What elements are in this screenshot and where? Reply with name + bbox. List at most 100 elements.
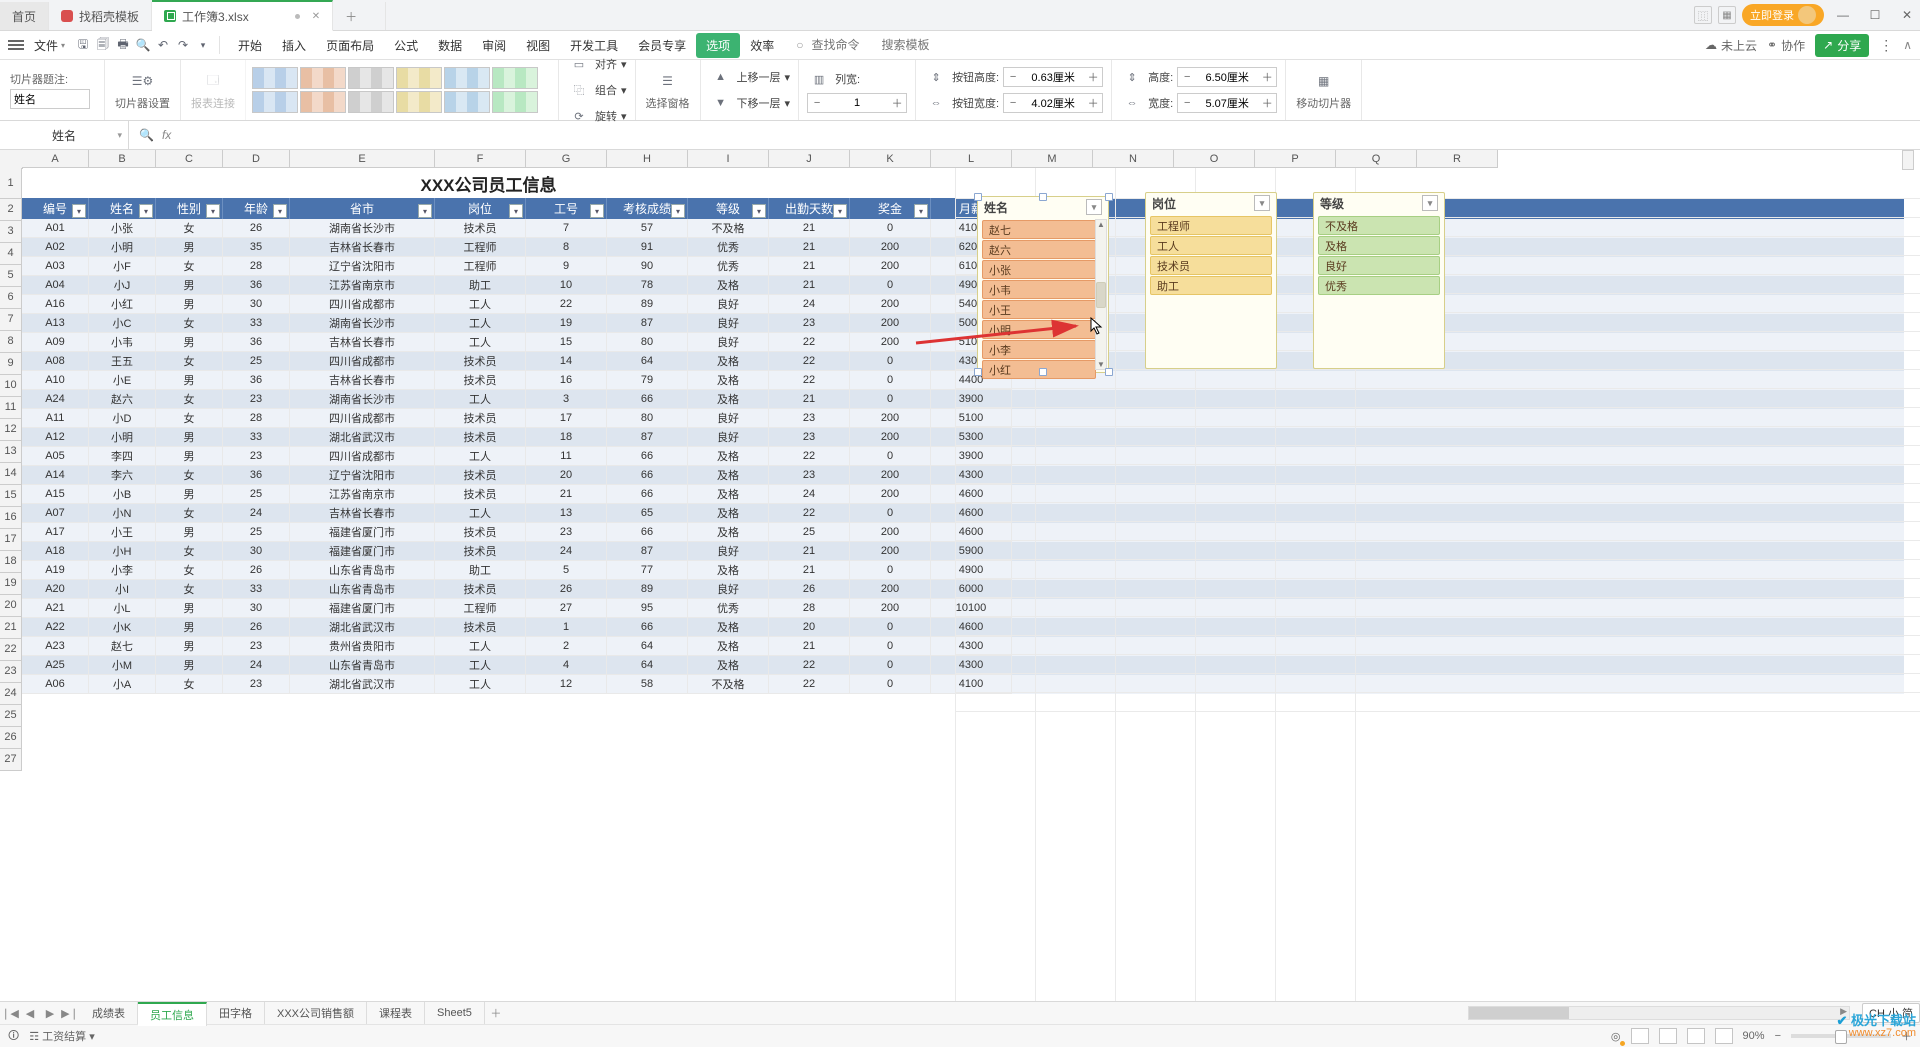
- table-cell[interactable]: 4: [526, 656, 607, 675]
- qa-preview-icon[interactable]: 🔍: [135, 37, 151, 53]
- table-cell[interactable]: 女: [156, 561, 223, 580]
- table-cell[interactable]: 0: [850, 637, 931, 656]
- row-header[interactable]: 8: [0, 331, 22, 353]
- filter-button[interactable]: ▾: [752, 204, 766, 218]
- table-cell[interactable]: 吉林省长春市: [290, 238, 435, 257]
- table-cell[interactable]: 21: [769, 561, 850, 580]
- col-header[interactable]: B: [89, 150, 156, 168]
- table-cell[interactable]: 王五: [89, 352, 156, 371]
- table-cell[interactable]: 及格: [688, 485, 769, 504]
- table-cell[interactable]: 工程师: [435, 599, 526, 618]
- table-cell[interactable]: 技术员: [435, 352, 526, 371]
- row-header[interactable]: 2: [0, 199, 22, 221]
- filter-icon[interactable]: ▾: [1422, 195, 1438, 211]
- table-cell[interactable]: 21: [769, 276, 850, 295]
- align-icon[interactable]: ▭: [567, 52, 591, 76]
- table-cell[interactable]: 66: [607, 466, 688, 485]
- table-cell[interactable]: 2: [526, 637, 607, 656]
- table-cell[interactable]: 技术员: [435, 466, 526, 485]
- slicer-item[interactable]: 赵七: [982, 220, 1096, 239]
- layout-icon-2[interactable]: ▦: [1718, 6, 1736, 24]
- filter-button[interactable]: ▾: [273, 204, 287, 218]
- row-header[interactable]: 24: [0, 683, 22, 705]
- slicer-item[interactable]: 工程师: [1150, 216, 1272, 235]
- row-header[interactable]: 20: [0, 595, 22, 617]
- table-cell[interactable]: 小H: [89, 542, 156, 561]
- resize-handle[interactable]: [1039, 368, 1047, 376]
- table-cell[interactable]: 200: [850, 580, 931, 599]
- table-cell[interactable]: 22: [769, 352, 850, 371]
- table-cell[interactable]: A04: [22, 276, 89, 295]
- table-header-cell[interactable]: 岗位▾: [435, 198, 526, 219]
- table-cell[interactable]: 小A: [89, 675, 156, 694]
- slicer-scrollbar[interactable]: ▲▼: [1095, 219, 1107, 370]
- kebab-icon[interactable]: ⋮: [1879, 37, 1893, 54]
- table-cell[interactable]: 小N: [89, 504, 156, 523]
- row-header[interactable]: 27: [0, 749, 22, 771]
- col-header[interactable]: F: [435, 150, 526, 168]
- table-cell[interactable]: 91: [607, 238, 688, 257]
- table-cell[interactable]: A19: [22, 561, 89, 580]
- table-cell[interactable]: 66: [607, 523, 688, 542]
- table-cell[interactable]: 小李: [89, 561, 156, 580]
- row-header[interactable]: 18: [0, 551, 22, 573]
- table-cell[interactable]: 3: [526, 390, 607, 409]
- table-cell[interactable]: 0: [850, 447, 931, 466]
- ribbon-tab-选项[interactable]: 选项: [696, 33, 740, 58]
- slicer-grade[interactable]: 等级▾ 不及格及格良好优秀: [1313, 192, 1445, 369]
- table-cell[interactable]: 工人: [435, 675, 526, 694]
- table-cell[interactable]: 21: [526, 485, 607, 504]
- slicer-caption-input[interactable]: [10, 89, 90, 109]
- table-cell[interactable]: 0: [850, 390, 931, 409]
- table-cell[interactable]: A14: [22, 466, 89, 485]
- qa-dropdown-icon[interactable]: ▾: [195, 37, 211, 53]
- ribbon-tab-数据[interactable]: 数据: [428, 33, 472, 58]
- table-cell[interactable]: 26: [769, 580, 850, 599]
- window-close[interactable]: ✕: [1894, 4, 1920, 26]
- table-cell[interactable]: A05: [22, 447, 89, 466]
- table-cell[interactable]: 及格: [688, 618, 769, 637]
- row-header[interactable]: 6: [0, 287, 22, 309]
- zoom-in-icon[interactable]: ＋: [1901, 1028, 1912, 1044]
- table-cell[interactable]: 200: [850, 485, 931, 504]
- table-header-cell[interactable]: 工号▾: [526, 198, 607, 219]
- table-cell[interactable]: 工人: [435, 637, 526, 656]
- search-template-input[interactable]: [879, 37, 939, 53]
- table-cell[interactable]: 64: [607, 352, 688, 371]
- table-cell[interactable]: A24: [22, 390, 89, 409]
- table-cell[interactable]: 女: [156, 219, 223, 238]
- table-cell[interactable]: 22: [769, 656, 850, 675]
- btn-height-spin[interactable]: −＋: [1003, 67, 1103, 87]
- col-header[interactable]: O: [1174, 150, 1255, 168]
- table-cell[interactable]: 四川省成都市: [290, 447, 435, 466]
- bring-forward-button[interactable]: ▲上移一层▾: [709, 65, 791, 89]
- table-cell[interactable]: 24: [526, 542, 607, 561]
- table-cell[interactable]: 男: [156, 656, 223, 675]
- table-cell[interactable]: 200: [850, 295, 931, 314]
- status-calc-button[interactable]: ☶ 工资结算 ▾: [29, 1028, 95, 1044]
- sheet-add-button[interactable]: ＋: [485, 1005, 507, 1021]
- table-cell[interactable]: 男: [156, 295, 223, 314]
- table-cell[interactable]: A21: [22, 599, 89, 618]
- filter-button[interactable]: ▾: [671, 204, 685, 218]
- table-cell[interactable]: 女: [156, 409, 223, 428]
- table-cell[interactable]: 技术员: [435, 485, 526, 504]
- table-cell[interactable]: 35: [223, 238, 290, 257]
- table-cell[interactable]: 工人: [435, 314, 526, 333]
- table-cell[interactable]: 33: [223, 580, 290, 599]
- table-cell[interactable]: 22: [769, 675, 850, 694]
- table-cell[interactable]: 36: [223, 371, 290, 390]
- resize-handle[interactable]: [974, 193, 982, 201]
- table-cell[interactable]: A10: [22, 371, 89, 390]
- filter-button[interactable]: ▾: [914, 204, 928, 218]
- row-header[interactable]: 9: [0, 353, 22, 375]
- rotate-icon[interactable]: ⟳: [567, 104, 591, 128]
- table-cell[interactable]: 小明: [89, 428, 156, 447]
- table-cell[interactable]: 0: [850, 352, 931, 371]
- row-headers[interactable]: 1234567891011121314151617181920212223242…: [0, 168, 22, 771]
- scroll-down-icon[interactable]: ▼: [1097, 360, 1105, 369]
- table-cell[interactable]: 及格: [688, 447, 769, 466]
- report-link-group[interactable]: 🗔 报表连接: [181, 60, 246, 120]
- table-cell[interactable]: 23: [769, 314, 850, 333]
- ribbon-tab-会员专享[interactable]: 会员专享: [628, 33, 696, 58]
